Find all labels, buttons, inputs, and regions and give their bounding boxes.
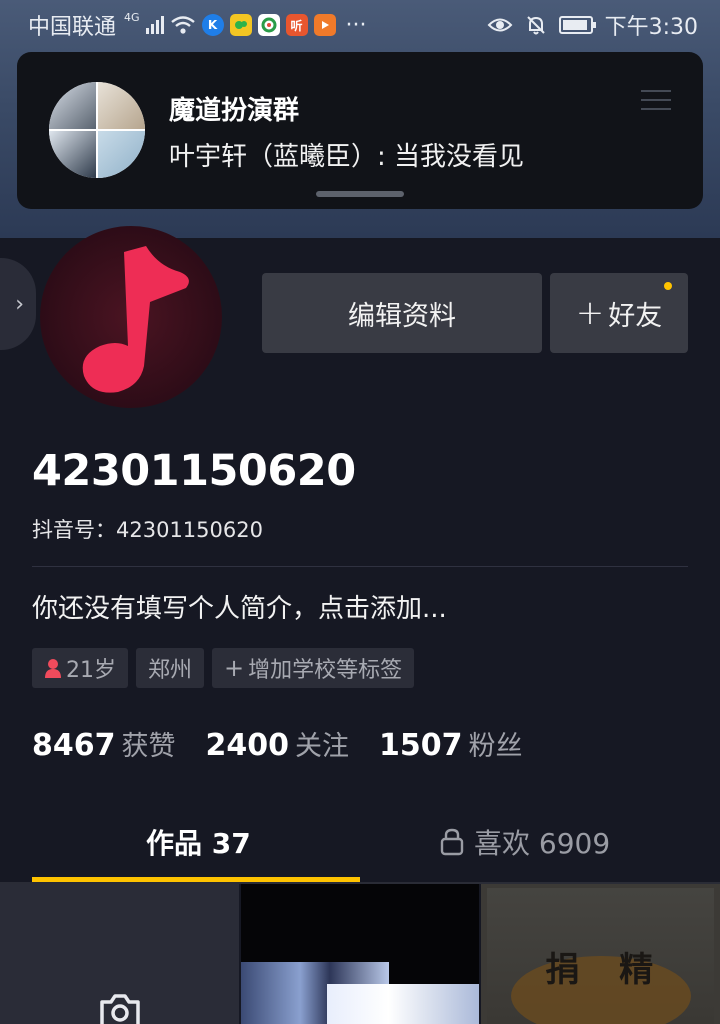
status-bar: 中国联通 4G K 听 ··· 下午3:30 bbox=[0, 0, 720, 50]
shoot-video-tile[interactable] bbox=[0, 884, 239, 1024]
tab-likes-label: 喜欢 6909 bbox=[474, 827, 611, 860]
camera-icon bbox=[100, 994, 140, 1024]
carrier-name: 中国联通 bbox=[28, 15, 117, 40]
content-tabs: 作品 37 喜欢 6909 bbox=[0, 808, 720, 884]
likes-count: 8467 bbox=[32, 728, 116, 763]
edit-profile-button[interactable]: 编辑资料 bbox=[262, 273, 542, 353]
notification-title: 魔道扮演群 bbox=[169, 96, 300, 126]
network-generation: 4G bbox=[124, 11, 140, 24]
likes-label: 获赞 bbox=[121, 731, 176, 762]
city-label: 郑州 bbox=[148, 658, 193, 683]
add-friend-label: 好友 bbox=[608, 300, 663, 332]
eye-icon bbox=[487, 18, 513, 32]
more-notifications-icon: ··· bbox=[345, 12, 367, 38]
signal-icon bbox=[145, 16, 164, 34]
followers-count: 1507 bbox=[379, 728, 463, 763]
douyin-id: 抖音号：42301150620 bbox=[32, 518, 263, 542]
side-drawer-toggle[interactable]: › bbox=[0, 258, 36, 350]
age-tag[interactable]: 21岁 bbox=[32, 648, 128, 688]
profile-tags: 21岁 郑州 + 增加学校等标签 bbox=[32, 648, 415, 688]
username: 42301150620 bbox=[32, 446, 356, 496]
age-label: 21岁 bbox=[66, 658, 116, 683]
female-user-icon bbox=[45, 659, 61, 678]
followers-stat[interactable]: 1507 粉丝 bbox=[379, 724, 523, 763]
mute-bell-icon bbox=[526, 16, 545, 35]
followers-label: 粉丝 bbox=[468, 731, 523, 762]
works-grid: 捐 精 bbox=[0, 884, 720, 1024]
tab-works-label: 作品 37 bbox=[146, 827, 251, 860]
message-notification[interactable]: 魔道扮演群 叶宇轩（蓝曦臣）: 当我没看见 bbox=[17, 52, 703, 209]
group-avatar bbox=[49, 82, 145, 178]
following-stat[interactable]: 2400 关注 bbox=[206, 724, 350, 763]
add-tag-label: 增加学校等标签 bbox=[248, 658, 403, 683]
clock: 下午3:30 bbox=[604, 15, 698, 40]
add-tag-button[interactable]: + 增加学校等标签 bbox=[212, 648, 415, 688]
divider bbox=[32, 566, 688, 567]
notification-dot bbox=[664, 282, 672, 290]
add-friend-button[interactable]: + 好友 bbox=[550, 273, 688, 353]
wifi-icon bbox=[170, 16, 195, 34]
thumbnail-text: 捐 精 bbox=[545, 950, 668, 990]
k-app-icon: K bbox=[201, 14, 224, 36]
notification-message: 叶宇轩（蓝曦臣）: 当我没看见 bbox=[169, 142, 525, 172]
ting-app-icon: 听 bbox=[285, 14, 308, 36]
likes-stat[interactable]: 8467 获赞 bbox=[32, 724, 176, 763]
profile-avatar[interactable] bbox=[40, 226, 222, 408]
plus-icon: + bbox=[575, 293, 605, 333]
music-note-icon bbox=[82, 246, 189, 393]
video-thumbnail[interactable]: 捐 精 bbox=[481, 884, 720, 1024]
bio-placeholder[interactable]: 你还没有填写个人简介，点击添加... bbox=[32, 588, 447, 625]
plus-icon: + bbox=[224, 654, 245, 682]
browser-icon bbox=[257, 14, 280, 36]
city-tag[interactable]: 郑州 bbox=[136, 648, 205, 688]
drag-handle[interactable] bbox=[316, 191, 404, 197]
lock-icon bbox=[440, 828, 464, 856]
tab-likes[interactable]: 喜欢 6909 bbox=[440, 822, 610, 862]
chevron-right-icon: › bbox=[15, 291, 24, 317]
tab-works[interactable]: 作品 37 bbox=[146, 822, 251, 862]
profile-stats: 8467 获赞 2400 关注 1507 粉丝 bbox=[32, 724, 523, 763]
battery-icon bbox=[558, 16, 596, 34]
video-app-icon bbox=[313, 14, 336, 36]
video-thumbnail[interactable] bbox=[240, 884, 480, 1024]
following-label: 关注 bbox=[295, 731, 349, 762]
menu-icon[interactable] bbox=[641, 90, 671, 117]
green-app-icon bbox=[229, 14, 252, 36]
following-count: 2400 bbox=[205, 728, 290, 763]
